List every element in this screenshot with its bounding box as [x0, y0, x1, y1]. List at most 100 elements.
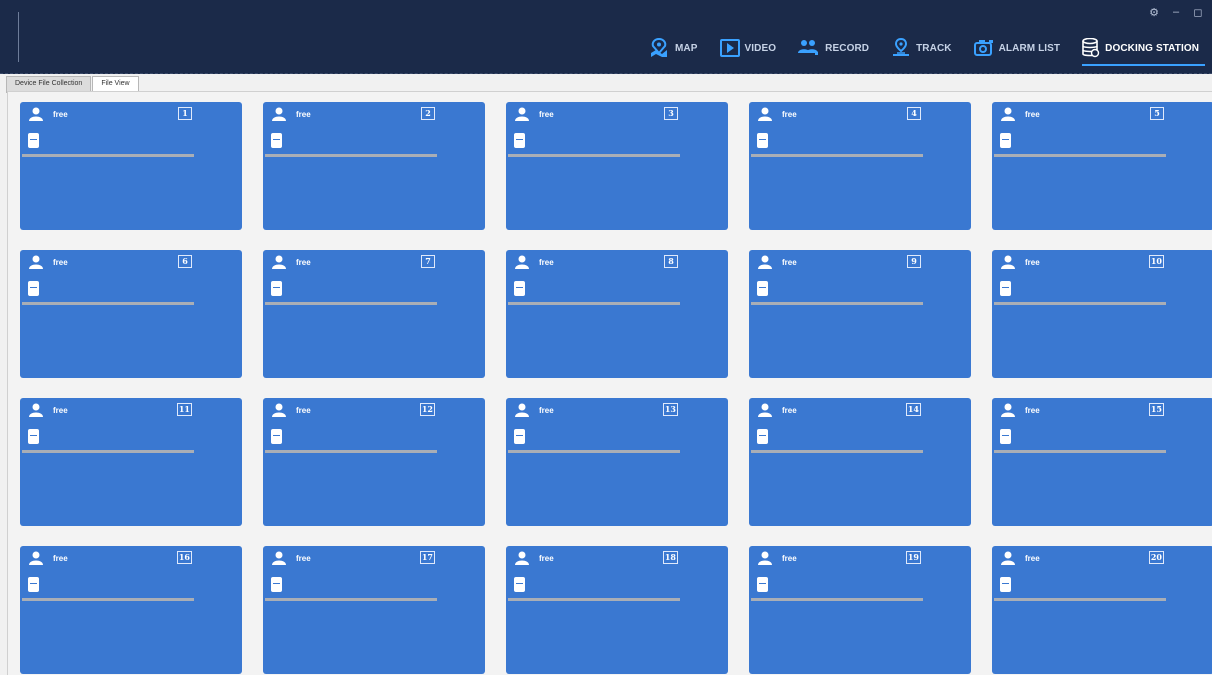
device-icon — [514, 133, 525, 148]
progress-bar — [265, 450, 437, 453]
slot-number: 15 — [1148, 403, 1164, 416]
person-icon — [515, 255, 529, 269]
slot-number: 9 — [907, 255, 921, 268]
slot-number: 14 — [905, 403, 921, 416]
progress-bar — [508, 598, 680, 601]
device-icon — [1000, 281, 1011, 296]
device-slot-card[interactable]: free 3 — [506, 102, 728, 230]
slot-number: 12 — [419, 403, 435, 416]
progress-bar — [994, 598, 1166, 601]
device-slot-card[interactable]: free 10 — [992, 250, 1212, 378]
device-slot-card[interactable]: free 8 — [506, 250, 728, 378]
slot-status: free — [1025, 554, 1040, 563]
docking-grid-panel: free 1 free 2 free 3 free 4 free 5 free … — [7, 91, 1212, 675]
device-slot-card[interactable]: free 5 — [992, 102, 1212, 230]
device-slot-card[interactable]: free 2 — [263, 102, 485, 230]
device-icon — [271, 281, 282, 296]
person-icon — [272, 551, 286, 565]
device-slot-card[interactable]: free 11 — [20, 398, 242, 526]
progress-bar — [22, 154, 194, 157]
progress-bar — [265, 154, 437, 157]
top-bar: ⚙ – ◻ MAP VIDEO RECORD TRACK ALARM LIST … — [0, 0, 1212, 74]
device-icon — [1000, 429, 1011, 444]
device-slot-card[interactable]: free 15 — [992, 398, 1212, 526]
device-slot-card[interactable]: free 17 — [263, 546, 485, 674]
person-icon — [29, 551, 43, 565]
nav-label-alarm-list: ALARM LIST — [998, 42, 1061, 54]
progress-bar — [508, 302, 680, 305]
device-icon — [757, 577, 768, 592]
track-pin-icon — [893, 38, 910, 56]
nav-item-docking-station[interactable]: DOCKING STATION — [1082, 36, 1205, 66]
device-slot-card[interactable]: free 19 — [749, 546, 971, 674]
device-slot-card[interactable]: free 6 — [20, 250, 242, 378]
settings-icon[interactable]: ⚙ — [1148, 6, 1160, 19]
device-slot-card[interactable]: free 9 — [749, 250, 971, 378]
device-icon — [757, 133, 768, 148]
device-icon — [271, 577, 282, 592]
camera-icon — [973, 40, 993, 56]
slot-number: 19 — [905, 551, 921, 564]
slot-status: free — [296, 110, 311, 119]
slot-number: 7 — [421, 255, 435, 268]
slot-status: free — [782, 554, 797, 563]
progress-bar — [751, 154, 923, 157]
nav-item-record[interactable]: RECORD — [798, 36, 869, 60]
device-slot-card[interactable]: free 16 — [20, 546, 242, 674]
slot-number: 2 — [421, 107, 435, 120]
person-icon — [29, 107, 43, 121]
nav-item-alarm-list[interactable]: ALARM LIST — [973, 36, 1061, 60]
progress-bar — [265, 302, 437, 305]
maximize-icon[interactable]: ◻ — [1192, 6, 1204, 19]
slot-status: free — [539, 554, 554, 563]
slot-status: free — [1025, 406, 1040, 415]
nav-item-video[interactable]: VIDEO — [719, 36, 777, 60]
person-icon — [758, 107, 772, 121]
slot-status: free — [53, 554, 68, 563]
person-icon — [758, 403, 772, 417]
database-icon — [1082, 38, 1100, 58]
slot-status: free — [1025, 258, 1040, 267]
window-controls: ⚙ – ◻ — [1148, 6, 1204, 19]
device-slot-card[interactable]: free 14 — [749, 398, 971, 526]
device-slot-card[interactable]: free 7 — [263, 250, 485, 378]
slot-number: 3 — [664, 107, 678, 120]
device-slot-card[interactable]: free 12 — [263, 398, 485, 526]
nav-item-track[interactable]: TRACK — [891, 36, 952, 60]
person-icon — [29, 403, 43, 417]
slot-status: free — [1025, 110, 1040, 119]
device-slot-card[interactable]: free 18 — [506, 546, 728, 674]
slot-number: 13 — [662, 403, 678, 416]
nav-item-map[interactable]: MAP — [648, 36, 698, 60]
device-slot-card[interactable]: free 13 — [506, 398, 728, 526]
play-icon — [719, 39, 740, 57]
nav-label-video: VIDEO — [744, 42, 777, 54]
device-icon — [514, 577, 525, 592]
progress-bar — [751, 302, 923, 305]
person-icon — [515, 107, 529, 121]
minimize-icon[interactable]: – — [1170, 6, 1182, 18]
slot-number: 18 — [662, 551, 678, 564]
progress-bar — [22, 598, 194, 601]
slot-status: free — [296, 554, 311, 563]
device-slot-card[interactable]: free 20 — [992, 546, 1212, 674]
slot-status: free — [539, 258, 554, 267]
slot-number: 17 — [419, 551, 435, 564]
slot-status: free — [782, 406, 797, 415]
person-icon — [1001, 107, 1015, 121]
person-icon — [758, 255, 772, 269]
device-icon — [28, 133, 39, 148]
slot-number: 11 — [176, 403, 192, 416]
slot-status: free — [296, 406, 311, 415]
progress-bar — [994, 154, 1166, 157]
device-slot-card[interactable]: free 1 — [20, 102, 242, 230]
progress-bar — [22, 302, 194, 305]
person-icon — [515, 403, 529, 417]
nav-label-map: MAP — [675, 42, 698, 54]
person-icon — [272, 107, 286, 121]
device-icon — [28, 577, 39, 592]
slot-number: 5 — [1150, 107, 1164, 120]
device-slot-card[interactable]: free 4 — [749, 102, 971, 230]
device-icon — [757, 281, 768, 296]
slot-number: 4 — [907, 107, 921, 120]
